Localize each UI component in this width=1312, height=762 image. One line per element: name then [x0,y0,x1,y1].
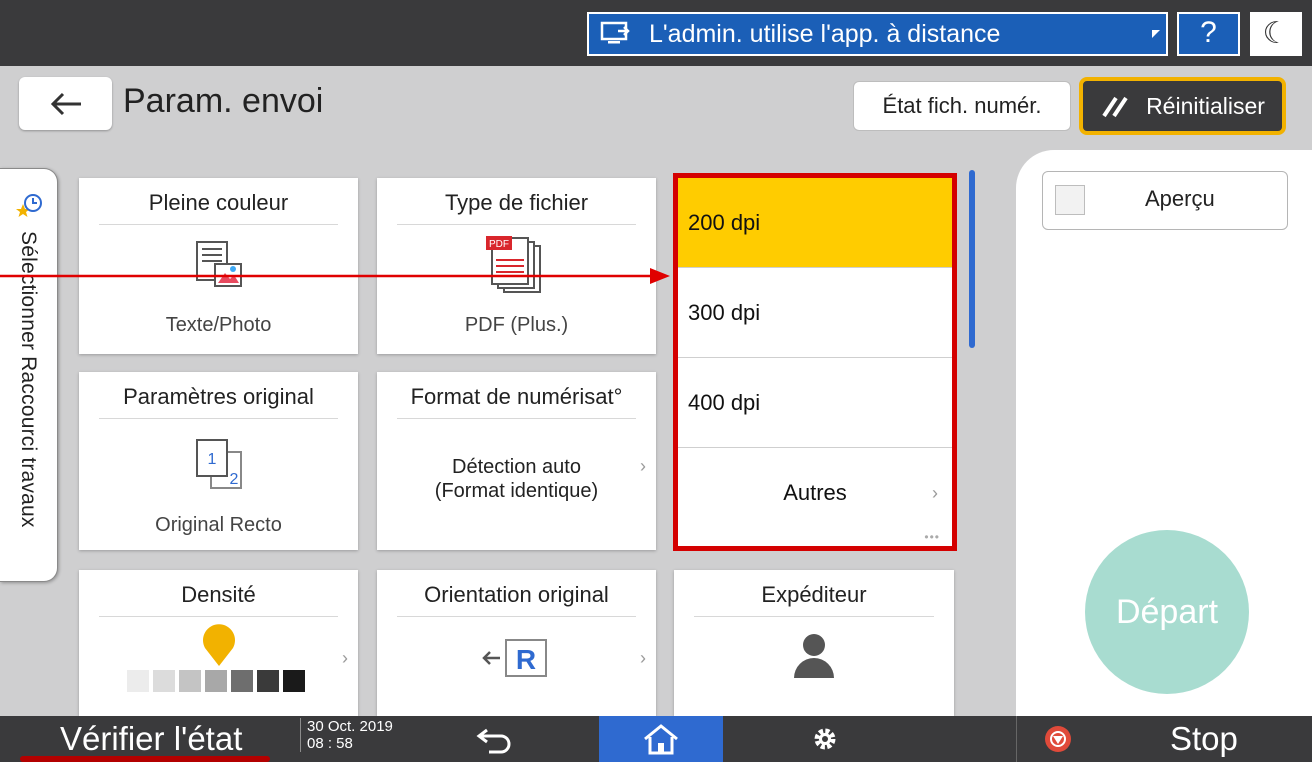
sender-tile[interactable]: Expéditeur [674,570,954,716]
stop-icon [1045,726,1071,752]
pdf-icon-text: PDF [489,239,509,250]
chevron-right-icon: › [640,648,646,668]
tile-title: Type de fichier [444,190,589,215]
chevron-right-icon: › [932,482,938,503]
original-settings-tile[interactable]: Paramètres original 1 2 Original Recto [79,372,358,550]
density-step [231,670,253,692]
annotation-arrow [0,268,670,284]
help-button[interactable]: ? [1177,12,1240,56]
resolution-option-400[interactable]: 400 dpi [678,358,952,448]
stop-label: Stop [1170,720,1238,757]
date-time: 30 Oct. 2019 08 : 58 [300,718,393,752]
page-title: Param. envoi [123,82,324,120]
original-value: Original Recto [155,514,282,536]
home-icon [644,724,678,755]
scan-size-value-line1: Détection auto [452,456,581,478]
more-dots-icon: ••• [924,530,940,544]
date: 30 Oct. 2019 [307,718,393,735]
moon-icon[interactable]: ☾ [1250,12,1302,56]
chevron-right-icon: › [342,648,348,668]
remote-admin-banner[interactable]: L'admin. utilise l'app. à distance [587,12,1168,56]
scan-size-value-line2: (Format identique) [434,480,599,502]
scrollbar[interactable] [969,170,975,348]
remote-banner-text: L'admin. utilise l'app. à distance [649,19,1001,48]
return-icon [476,728,511,754]
star-clock-icon [16,194,42,217]
density-step [153,670,175,692]
tile-title: Densité [181,582,256,607]
chevron-right-icon: › [640,456,646,476]
nav-back-button[interactable] [470,716,520,762]
resolution-option-200[interactable]: 200 dpi [678,178,952,268]
tile-title: Orientation original [424,582,609,607]
back-button[interactable] [19,77,112,130]
tile-title: Format de numérisat° [410,384,623,409]
original-orientation-tile[interactable]: Orientation original R › [377,570,656,716]
resolution-other-button[interactable]: Autres › [678,448,952,538]
preview-checkbox[interactable] [1055,185,1085,215]
divider [99,418,338,419]
time: 08 : 58 [307,735,353,752]
preview-label: Aperçu [1145,186,1215,211]
scan-file-status-button[interactable]: État fich. numér. [853,81,1071,131]
start-button[interactable]: Départ [1085,530,1249,694]
home-button[interactable] [599,716,723,762]
job-shortcut-tab[interactable]: Sélectionner Raccourci travaux [0,168,58,582]
orientation-icon: R [482,639,547,677]
reset-label: Réinitialiser [1146,92,1265,119]
resolution-option-300[interactable]: 300 dpi [678,268,952,358]
divider [397,418,636,419]
divider [397,616,636,617]
color-mode-value: Texte/Photo [165,314,272,336]
expand-icon [1152,30,1160,38]
page-number: 2 [230,471,239,488]
resolution-list: 200 dpi 300 dpi 400 dpi Autres › ••• [673,173,957,551]
arrow-left-icon [50,92,81,115]
scan-size-tile[interactable]: Format de numérisat° Détection auto (For… [377,372,656,550]
alert-indicator [20,756,270,762]
density-tile[interactable]: Densité › [79,570,358,716]
divider [99,224,338,225]
page-number: 1 [208,451,217,468]
divider [99,616,338,617]
remote-screen-icon [599,21,635,47]
tile-title: Expéditeur [761,582,867,607]
one-sided-original-icon: 1 2 [196,439,242,489]
density-scale [127,670,305,692]
tile-title: Paramètres original [123,384,314,409]
divider [397,224,636,225]
density-step [257,670,279,692]
file-type-value: PDF (Plus.) [464,314,569,336]
density-step [205,670,227,692]
reset-button[interactable]: Réinitialiser [1079,77,1286,135]
user-icon [794,634,834,678]
density-step [179,670,201,692]
divider [694,616,934,617]
settings-button[interactable] [800,716,850,762]
orientation-letter: R [516,644,536,675]
density-marker-icon [203,624,235,666]
gear-icon [814,728,836,750]
density-step [283,670,305,692]
reset-icon [1102,96,1128,118]
tile-title: Pleine couleur [148,190,289,215]
density-step [127,670,149,692]
